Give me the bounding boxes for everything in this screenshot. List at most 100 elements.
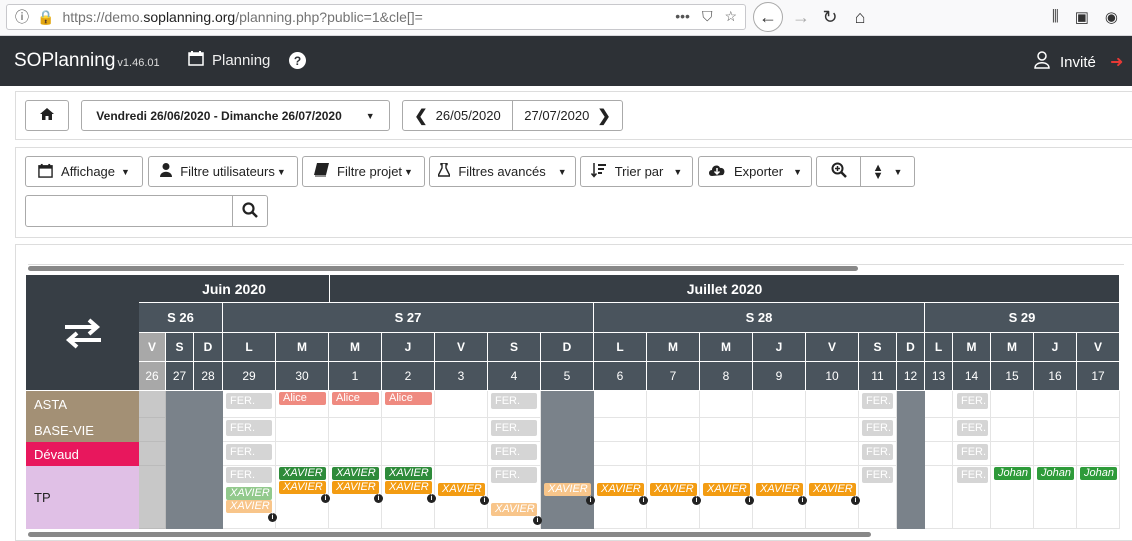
holiday-tag[interactable]: FER.: [491, 467, 537, 483]
holiday-tag[interactable]: FER.: [862, 467, 893, 483]
planning-cell[interactable]: [166, 442, 194, 466]
task-tag[interactable]: XAVIER: [544, 483, 591, 496]
zoom-button[interactable]: [816, 156, 861, 187]
row-label[interactable]: ASTA: [26, 391, 139, 418]
planning-cell[interactable]: [897, 418, 925, 442]
task-tag[interactable]: XAVIER: [332, 481, 379, 494]
info-icon[interactable]: i: [798, 496, 807, 505]
holiday-tag[interactable]: FER.: [957, 393, 988, 409]
planning-cell[interactable]: [329, 418, 382, 442]
planning-cell[interactable]: [382, 442, 435, 466]
swap-icon[interactable]: [26, 275, 139, 390]
planning-cell[interactable]: [541, 391, 594, 418]
planning-cell[interactable]: [991, 418, 1034, 442]
back-button[interactable]: ←: [753, 2, 783, 32]
task-tag[interactable]: Johan: [1037, 467, 1074, 480]
planning-cell[interactable]: [806, 442, 859, 466]
row-height-dropdown[interactable]: ▲ ▼ ▼: [860, 156, 915, 187]
planning-cell[interactable]: [194, 391, 223, 418]
task-tag[interactable]: Alice: [385, 392, 432, 405]
task-tag[interactable]: XAVIER: [226, 487, 272, 500]
planning-cell[interactable]: [139, 442, 166, 466]
planning-cell[interactable]: [139, 391, 166, 418]
planning-cell[interactable]: [753, 391, 806, 418]
planning-cell[interactable]: [194, 442, 223, 466]
user-menu[interactable]: Invité: [1034, 51, 1096, 73]
planning-cell[interactable]: [1034, 418, 1077, 442]
planning-cell[interactable]: [166, 418, 194, 442]
holiday-tag[interactable]: FER.: [226, 420, 272, 436]
planning-cell[interactable]: [1077, 442, 1120, 466]
task-tag[interactable]: Johan: [994, 467, 1031, 480]
task-tag[interactable]: XAVIER: [809, 483, 856, 496]
task-tag[interactable]: XAVIER: [438, 483, 485, 496]
task-tag[interactable]: XAVIER: [279, 481, 326, 494]
planning-cell[interactable]: [753, 442, 806, 466]
planning-cell[interactable]: [991, 391, 1034, 418]
holiday-tag[interactable]: FER.: [957, 467, 988, 483]
holiday-tag[interactable]: FER.: [862, 393, 893, 409]
planning-cell[interactable]: [166, 391, 194, 418]
planning-cell[interactable]: [647, 418, 700, 442]
holiday-tag[interactable]: FER.: [491, 444, 537, 460]
planning-cell[interactable]: [897, 391, 925, 418]
task-tag[interactable]: XAVIER: [332, 467, 379, 480]
task-tag[interactable]: Alice: [332, 392, 379, 405]
info-icon[interactable]: i: [745, 496, 754, 505]
account-icon[interactable]: ◉: [1105, 8, 1118, 26]
planning-cell[interactable]: [1034, 391, 1077, 418]
help-icon[interactable]: ?: [289, 52, 306, 69]
site-info-icon[interactable]: ⓘ: [15, 7, 29, 27]
planning-cell[interactable]: [897, 442, 925, 466]
planning-cell[interactable]: [700, 391, 753, 418]
info-icon[interactable]: i: [480, 496, 489, 505]
filtres-avances-dropdown[interactable]: Filtres avancés ▼: [429, 156, 576, 187]
planning-cell[interactable]: [647, 391, 700, 418]
planning-cell[interactable]: [594, 391, 647, 418]
planning-cell[interactable]: [541, 418, 594, 442]
exporter-dropdown[interactable]: Exporter ▼: [698, 156, 812, 187]
planning-cell[interactable]: [806, 418, 859, 442]
planning-cell[interactable]: [925, 418, 953, 442]
planning-cell[interactable]: [276, 418, 329, 442]
info-icon[interactable]: i: [427, 494, 436, 503]
search-input[interactable]: [25, 195, 233, 227]
planning-cell[interactable]: [166, 466, 194, 529]
planning-cell[interactable]: [139, 466, 166, 529]
planning-cell[interactable]: [329, 442, 382, 466]
holiday-tag[interactable]: FER.: [226, 444, 272, 460]
task-tag[interactable]: XAVIER: [703, 483, 750, 496]
pocket-icon[interactable]: ⛉: [702, 8, 713, 25]
planning-cell[interactable]: [753, 418, 806, 442]
task-tag[interactable]: Johan: [1080, 467, 1117, 480]
planning-cell[interactable]: [700, 418, 753, 442]
info-icon[interactable]: i: [374, 494, 383, 503]
row-label[interactable]: BASE-VIE: [26, 418, 139, 442]
sidebar-icon[interactable]: ▣: [1075, 8, 1089, 26]
planning-cell[interactable]: [925, 466, 953, 529]
info-icon[interactable]: i: [268, 513, 277, 522]
prev-period-button[interactable]: ❮ 26/05/2020: [402, 100, 513, 131]
planning-cell[interactable]: [139, 418, 166, 442]
planning-cell[interactable]: [700, 442, 753, 466]
task-tag[interactable]: XAVIER: [597, 483, 644, 496]
home-view-button[interactable]: [25, 100, 69, 131]
planning-cell[interactable]: [541, 442, 594, 466]
info-icon[interactable]: i: [851, 496, 860, 505]
info-icon[interactable]: i: [321, 494, 330, 503]
info-icon[interactable]: i: [692, 496, 701, 505]
holiday-tag[interactable]: FER.: [957, 444, 988, 460]
planning-cell[interactable]: [806, 391, 859, 418]
planning-cell[interactable]: [925, 391, 953, 418]
holiday-tag[interactable]: FER.: [491, 393, 537, 409]
planning-cell[interactable]: [1034, 442, 1077, 466]
task-tag[interactable]: XAVIER: [385, 467, 432, 480]
task-tag[interactable]: XAVIER: [279, 467, 326, 480]
horizontal-scrollbar-top[interactable]: [28, 266, 858, 271]
horizontal-scrollbar-bottom[interactable]: [28, 532, 871, 537]
home-button[interactable]: ⌂: [845, 2, 875, 32]
next-period-button[interactable]: 27/07/2020 ❯: [512, 100, 623, 131]
filtre-utilisateurs-dropdown[interactable]: Filtre utilisateurs ▼: [148, 156, 298, 187]
filtre-projet-dropdown[interactable]: Filtre projet ▼: [302, 156, 425, 187]
bookmark-star-icon[interactable]: ☆: [724, 8, 737, 25]
